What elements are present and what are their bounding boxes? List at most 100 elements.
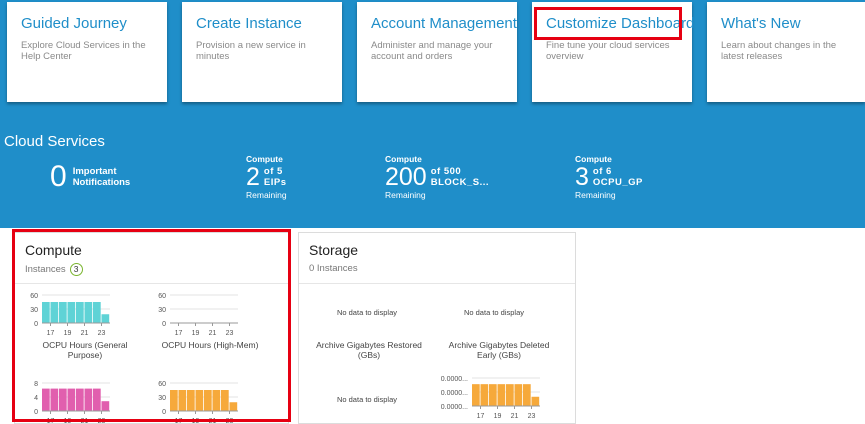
important-notifications[interactable]: 0 Important Notifications <box>50 162 130 192</box>
bar[interactable] <box>76 302 84 323</box>
bar[interactable] <box>531 396 540 406</box>
instances-count-badge: 3 <box>69 263 83 276</box>
bar[interactable] <box>221 390 229 411</box>
bar[interactable] <box>187 390 195 411</box>
notifications-count: 0 <box>50 160 67 193</box>
x-tick-label: 19 <box>192 330 200 337</box>
no-data-message: No data to display <box>463 308 525 317</box>
bar[interactable] <box>178 390 187 411</box>
guided-journey-desc: Explore Cloud Services in the Help Cente… <box>21 40 146 62</box>
metric-remaining: Remaining <box>385 190 426 200</box>
bar[interactable] <box>50 302 59 323</box>
metric-block-storage[interactable]: Compute 200 of 500 BLOCK_S... Remaining <box>385 154 489 200</box>
y-tick-label: 60 <box>158 381 166 388</box>
metric-of-line2: EIPs <box>263 177 287 188</box>
x-tick-label: 21 <box>81 330 89 337</box>
no-data-message: No data to display <box>336 395 398 404</box>
x-tick-label: 19 <box>494 413 502 420</box>
bar[interactable] <box>84 302 93 323</box>
storage-panel-subtitle: 0 Instances <box>309 263 358 274</box>
storage-orange-chart[interactable]: 0.0000... 0.0000... 0.0000... 17 19 21 23 <box>436 370 566 424</box>
bar[interactable] <box>59 388 67 411</box>
whats-new-card[interactable]: What's New Learn about changes in the la… <box>707 2 865 102</box>
metric-eips[interactable]: Compute 2 of 5 EIPs Remaining <box>246 154 287 200</box>
y-tick-label: 0.0000... <box>441 390 468 397</box>
compute-orange-chart[interactable]: 60 30 0 17 19 21 23 <box>150 375 260 424</box>
x-tick-label: 19 <box>192 418 200 424</box>
y-tick-label: 30 <box>158 307 166 314</box>
metric-of-line1: of 6 <box>592 166 612 177</box>
metric-of: of 5 EIPs <box>264 166 287 188</box>
bar[interactable] <box>204 390 212 411</box>
ocpu-highmem-chart[interactable]: 60 30 0 17 19 21 23 <box>150 287 260 339</box>
ocpu-general-chart[interactable]: 60 30 0 17 19 21 23 <box>22 287 132 339</box>
metric-remaining: Remaining <box>575 190 616 200</box>
archive-restored-caption: Archive Gigabytes Restored (GBs) <box>316 340 422 360</box>
account-management-desc: Administer and manage your account and o… <box>371 40 493 62</box>
x-tick-label: 17 <box>47 418 55 424</box>
bar[interactable] <box>84 388 93 411</box>
y-tick-label: 0.0000... <box>441 404 468 411</box>
y-tick-label: 0 <box>162 321 166 328</box>
bar[interactable] <box>523 384 531 406</box>
whats-new-title[interactable]: What's New <box>721 15 851 32</box>
x-tick-label: 23 <box>98 330 106 337</box>
create-instance-title[interactable]: Create Instance <box>196 15 328 32</box>
ocpu-highmem-caption: OCPU Hours (High-Mem) <box>161 340 259 350</box>
x-tick-label: 23 <box>226 418 234 424</box>
bar[interactable] <box>489 384 497 406</box>
bar[interactable] <box>472 384 480 406</box>
notifications-label-line2: Notifications <box>72 177 131 188</box>
bar[interactable] <box>212 390 221 411</box>
metric-value: 3 <box>575 163 589 191</box>
bar[interactable] <box>514 384 523 406</box>
x-tick-label: 17 <box>175 418 183 424</box>
customize-dashboard-card[interactable]: Customize Dashboard Fine tune your cloud… <box>532 2 694 102</box>
cloud-services-title: Cloud Services <box>4 133 105 150</box>
compute-panel-subtitle: Instances 3 <box>25 263 83 276</box>
y-tick-label: 0 <box>34 409 38 416</box>
bar[interactable] <box>50 388 59 411</box>
storage-panel-title[interactable]: Storage <box>309 242 358 258</box>
bar[interactable] <box>480 384 489 406</box>
y-tick-label: 0.0000... <box>441 376 468 383</box>
y-tick-label: 0 <box>34 321 38 328</box>
guided-journey-title[interactable]: Guided Journey <box>21 15 153 32</box>
bar[interactable] <box>170 390 178 411</box>
create-instance-card[interactable]: Create Instance Provision a new service … <box>182 2 342 102</box>
bar[interactable] <box>93 388 101 411</box>
y-tick-label: 0 <box>162 409 166 416</box>
y-tick-label: 60 <box>158 293 166 300</box>
account-management-title[interactable]: Account Management <box>371 15 517 32</box>
whats-new-desc: Learn about changes in the latest releas… <box>721 40 837 62</box>
account-management-card[interactable]: Account Management Administer and manage… <box>357 2 517 102</box>
bar[interactable] <box>497 384 506 406</box>
archive-deleted-caption: Archive Gigabytes Deleted Early (GBs) <box>448 340 550 360</box>
bar[interactable] <box>101 401 110 411</box>
metric-remaining: Remaining <box>246 190 287 200</box>
bar[interactable] <box>101 314 110 323</box>
y-tick-label: 30 <box>158 395 166 402</box>
bar[interactable] <box>67 388 76 411</box>
bar[interactable] <box>42 388 50 411</box>
bar[interactable] <box>506 384 514 406</box>
customize-dashboard-title[interactable]: Customize Dashboard <box>546 15 694 32</box>
metric-ocpu-gp[interactable]: Compute 3 of 6 OCPU_GP Remaining <box>575 154 643 200</box>
guided-journey-card[interactable]: Guided Journey Explore Cloud Services in… <box>7 2 167 102</box>
bar[interactable] <box>93 302 101 323</box>
bar[interactable] <box>42 302 50 323</box>
bar[interactable] <box>229 402 238 411</box>
bar[interactable] <box>59 302 67 323</box>
metric-value: 2 <box>246 163 260 191</box>
x-tick-label: 17 <box>47 330 55 337</box>
compute-panel-title[interactable]: Compute <box>25 242 82 258</box>
bar[interactable] <box>67 302 76 323</box>
compute-panel-divider <box>15 283 288 284</box>
bar[interactable] <box>76 388 84 411</box>
customize-dashboard-desc: Fine tune your cloud services overview <box>546 40 670 62</box>
y-tick-label: 30 <box>30 307 38 314</box>
ocpu-general-caption: OCPU Hours (General Purpose) <box>42 340 128 360</box>
compute-pink-chart[interactable]: 8 4 0 17 19 21 23 <box>22 375 132 424</box>
x-tick-label: 17 <box>477 413 485 420</box>
bar[interactable] <box>195 390 204 411</box>
